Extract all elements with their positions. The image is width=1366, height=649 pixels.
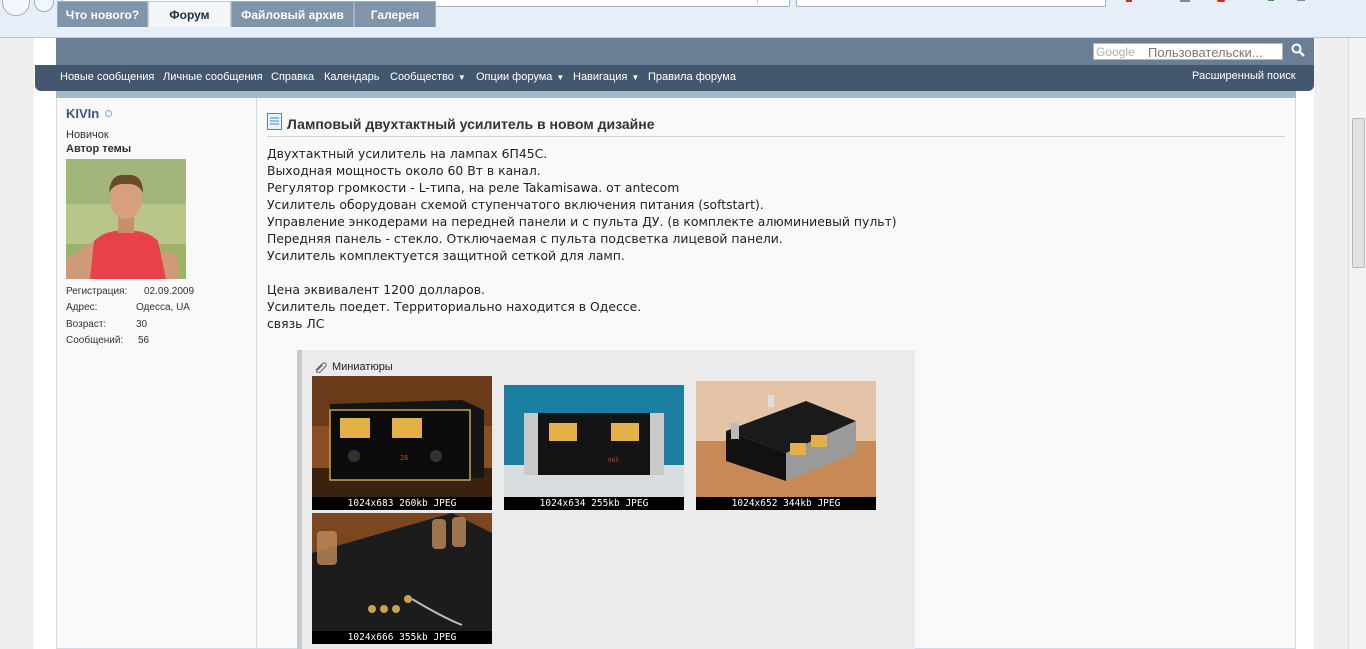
post-line: Управление энкодерами на передней панели… xyxy=(267,214,897,229)
attachment-caption: 1024x666 355kb JPEG xyxy=(312,631,492,644)
tab-gallery[interactable]: Галерея xyxy=(354,1,436,27)
post-line: Усилитель комплектуется защитной сеткой … xyxy=(267,248,625,263)
attachment-thumbnail[interactable]: 065 1024x634 255kb JPEG xyxy=(504,385,684,510)
advanced-search-link[interactable]: Расширенный поиск xyxy=(1192,70,1296,82)
subnav-label: Календарь xyxy=(324,71,380,83)
stat-value: 30 xyxy=(136,319,148,330)
toolbar-icon[interactable] xyxy=(1180,0,1190,3)
subnav-label: Опции форума xyxy=(476,71,553,83)
page-margin-left xyxy=(0,38,34,649)
attachment-thumbnail[interactable]: 1024x652 344kb JPEG xyxy=(696,381,876,510)
address-bar-dropdown[interactable] xyxy=(757,0,788,5)
subnav-forum-rules[interactable]: Правила форума xyxy=(648,71,736,83)
bookmark-icon[interactable] xyxy=(1124,0,1134,3)
subnav-label: Правила форума xyxy=(648,71,736,83)
scrollbar-thumb[interactable] xyxy=(1352,118,1365,268)
subnav-label: Справка xyxy=(271,71,315,83)
post-header-strip xyxy=(56,91,1296,98)
svg-text:065: 065 xyxy=(608,457,619,464)
search-placeholder: Пользовательски... xyxy=(1148,45,1263,60)
user-info-panel: KIVIn Новичок Автор темы Регистрация: 02.… xyxy=(56,98,257,649)
attachment-thumbnail[interactable]: 26 1024x683 260kb JPEG xyxy=(312,376,492,510)
search-icon[interactable] xyxy=(1291,43,1305,57)
subnav-label: Навигация xyxy=(573,71,628,83)
toolbar-icon[interactable] xyxy=(1216,0,1226,3)
document-icon xyxy=(267,113,282,130)
tab-forum[interactable]: Форум xyxy=(148,1,231,27)
page-margin-right xyxy=(1314,38,1348,649)
post-line: связь ЛС xyxy=(267,316,325,331)
stat-label: Адрес: xyxy=(66,302,98,313)
offline-status-icon xyxy=(105,110,112,117)
post-line: Передняя панель - стекло. Отключаемая с … xyxy=(267,231,783,246)
chevron-down-icon: ▼ xyxy=(457,73,466,82)
amplifier-photo: 26 xyxy=(312,376,492,497)
subnav-label: Сообщество xyxy=(390,71,454,83)
forum-search-input[interactable]: Google Пользовательски... xyxy=(1093,43,1283,60)
post-line: Двухтактный усилитель на лампах 6П45С. xyxy=(267,146,548,161)
post-body: Двухтактный усилитель на лампах 6П45С. В… xyxy=(267,145,897,332)
post-line: Усилитель оборудован схемой ступенчатого… xyxy=(267,197,764,212)
post-line: Цена эквивалент 1200 долларов. xyxy=(267,282,485,297)
post-title: Ламповый двухтактный усилитель в новом д… xyxy=(287,116,655,132)
stat-value: 56 xyxy=(138,335,150,346)
topic-author-label: Автор темы xyxy=(66,143,132,155)
attachment-caption: 1024x634 255kb JPEG xyxy=(504,497,684,510)
post-line xyxy=(267,264,897,281)
stat-row: Адрес: Одесса, UA xyxy=(66,302,190,313)
page-scrollbar[interactable] xyxy=(1348,38,1366,649)
subnav-navigation[interactable]: Навигация ▼ xyxy=(573,71,639,83)
toolbar-icon[interactable] xyxy=(1266,0,1276,3)
stat-row: Сообщений: 56 xyxy=(66,335,149,346)
amplifier-photo: 065 xyxy=(504,385,684,497)
subnav-label: Личные сообщения xyxy=(163,71,263,83)
amplifier-photo xyxy=(312,513,492,631)
subnav-calendar[interactable]: Календарь xyxy=(324,71,380,83)
subnav-new-posts[interactable]: Новые сообщения xyxy=(60,71,154,83)
stat-label: Регистрация: xyxy=(66,286,128,297)
chevron-down-icon: ▼ xyxy=(631,73,640,82)
user-rank: Новичок xyxy=(66,129,109,141)
stat-value: 02.09.2009 xyxy=(144,286,195,297)
forward-button[interactable] xyxy=(34,0,54,12)
back-button[interactable] xyxy=(2,0,30,16)
avatar[interactable] xyxy=(66,159,186,279)
stat-value: Одесса, UA xyxy=(136,302,190,313)
browser-search-field[interactable] xyxy=(796,0,1106,7)
amplifier-photo xyxy=(696,381,876,497)
paperclip-icon xyxy=(315,362,327,373)
tab-file-archive[interactable]: Файловый архив xyxy=(231,1,354,27)
chevron-down-icon: ▼ xyxy=(556,73,565,82)
divider xyxy=(267,136,1285,137)
toolbar-icon[interactable] xyxy=(1296,0,1306,3)
stat-row: Регистрация: 02.09.2009 xyxy=(66,286,194,297)
subnav-forum-options[interactable]: Опции форума ▼ xyxy=(476,71,564,83)
stat-row: Возраст: 30 xyxy=(66,319,147,330)
subnav-community[interactable]: Сообщество ▼ xyxy=(390,71,466,83)
subnav-label: Новые сообщения xyxy=(60,71,155,83)
post-line: Усилитель поедет. Территориально находит… xyxy=(267,299,642,314)
username-link[interactable]: KIVIn xyxy=(66,106,99,121)
subnav-help[interactable]: Справка xyxy=(271,71,314,83)
attachment-caption: 1024x652 344kb JPEG xyxy=(696,497,876,510)
forum-subnav: Новые сообщения Личные сообщения Справка… xyxy=(35,65,1314,91)
subnav-private-messages[interactable]: Личные сообщения xyxy=(163,71,263,83)
stat-label: Возраст: xyxy=(66,319,107,330)
google-logo: Google xyxy=(1096,45,1135,59)
attachment-thumbnail[interactable]: 1024x666 355kb JPEG xyxy=(312,513,492,644)
attachment-caption: 1024x683 260kb JPEG xyxy=(312,497,492,510)
svg-text:26: 26 xyxy=(400,454,408,462)
post-line: Регулятор громкости - L-типа, на реле Ta… xyxy=(267,180,680,195)
stat-label: Сообщений: xyxy=(66,335,124,346)
tab-whats-new[interactable]: Что нового? xyxy=(57,1,148,27)
post-line: Выходная мощность около 60 Вт в канал. xyxy=(267,163,541,178)
attachments-label: Миниатюры xyxy=(332,361,393,373)
